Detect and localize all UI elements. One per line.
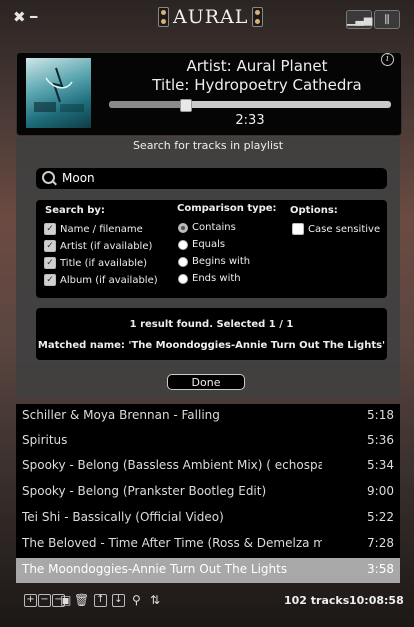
save-icon[interactable]: ▣ bbox=[60, 593, 71, 607]
minimize-icon[interactable]: ━ bbox=[30, 9, 37, 25]
speaker-icon bbox=[252, 7, 264, 27]
remove-track-icon[interactable]: − bbox=[38, 594, 51, 607]
playlist-row[interactable]: Schiller & Moya Brennan - Falling 5:18 bbox=[16, 404, 400, 429]
search-options-panel: Search by: ✓ Name / filename ✓ Artist (if … bbox=[36, 200, 387, 298]
checkbox-label: Title (if available) bbox=[60, 257, 148, 269]
dialog-title: Search for tracks in playlist bbox=[132, 139, 284, 152]
checkbox-checked[interactable]: ✓ bbox=[44, 274, 56, 286]
matched-name: Matched name: 'The Moondoggies-Annie Tur… bbox=[37, 340, 386, 351]
track-duration: 5:36 bbox=[367, 433, 394, 447]
title-bar: ✖ ━ AURAL ▁▃▅ ⫼ bbox=[0, 0, 414, 36]
album-art-graphic bbox=[34, 67, 84, 112]
close-icon[interactable]: ✖ bbox=[13, 9, 26, 25]
track-duration: 3:58 bbox=[367, 562, 394, 576]
checkbox-checked[interactable]: ✓ bbox=[44, 240, 56, 252]
comparison-equals-radio[interactable]: Equals bbox=[178, 239, 225, 250]
speaker-icon bbox=[158, 7, 169, 27]
radio-label: Contains bbox=[192, 222, 236, 233]
radio-selected[interactable] bbox=[178, 222, 188, 233]
trash-icon[interactable]: 🗑 bbox=[74, 593, 89, 607]
comparison-contains-radio[interactable]: Contains bbox=[178, 222, 236, 233]
search-results-panel: 1 result found. Selected 1 / 1 Matched n… bbox=[36, 308, 387, 360]
search-input[interactable] bbox=[62, 170, 372, 186]
track-duration: 7:28 bbox=[367, 536, 394, 550]
seek-slider[interactable] bbox=[109, 99, 391, 112]
checkbox-checked[interactable]: ✓ bbox=[44, 223, 56, 235]
info-icon[interactable]: i bbox=[381, 53, 394, 66]
comparison-ends-radio[interactable]: Ends with bbox=[178, 273, 241, 284]
checkbox-label: Name / filename bbox=[60, 223, 143, 235]
playlist-row[interactable]: Spooky - Belong (Prankster Bootleg Edit)… bbox=[16, 480, 400, 505]
track-duration: 5:34 bbox=[367, 458, 394, 472]
checkbox-checked[interactable]: ✓ bbox=[44, 257, 56, 269]
now-playing-title: Title: Hydropoetry Cathedra bbox=[152, 76, 362, 94]
playlist: Schiller & Moya Brennan - Falling 5:18 S… bbox=[16, 404, 400, 583]
options-heading: Options: bbox=[290, 205, 338, 216]
seek-knob[interactable] bbox=[180, 99, 193, 112]
checkbox-label: Album (if available) bbox=[60, 274, 158, 286]
search-by-name-checkbox[interactable]: ✓ Name / filename bbox=[44, 223, 143, 235]
add-track-icon[interactable]: + bbox=[24, 594, 37, 607]
search-by-artist-checkbox[interactable]: ✓ Artist (if available) bbox=[44, 240, 152, 252]
track-duration: 5:18 bbox=[367, 408, 394, 422]
sort-icon[interactable]: ⇅ bbox=[150, 593, 160, 607]
checkbox-label: Case sensitive bbox=[308, 223, 381, 235]
now-playing-artist: Artist: Aural Planet bbox=[186, 57, 328, 75]
radio-label: Ends with bbox=[192, 273, 241, 284]
search-by-album-checkbox[interactable]: ✓ Album (if available) bbox=[44, 274, 158, 286]
search-box[interactable] bbox=[36, 168, 387, 189]
search-by-title-checkbox[interactable]: ✓ Title (if available) bbox=[44, 257, 147, 269]
track-name: Spooky - Belong (Bassless Ambient Mix) (… bbox=[22, 458, 322, 472]
radio-unselected[interactable] bbox=[178, 256, 188, 267]
total-duration: 10:08:58 bbox=[349, 594, 404, 607]
track-name: Spooky - Belong (Prankster Bootleg Edit) bbox=[22, 484, 267, 498]
track-name: Spiritus bbox=[22, 433, 68, 447]
seek-progress bbox=[109, 101, 186, 108]
search-by-heading: Search by: bbox=[45, 205, 105, 216]
radio-label: Begins with bbox=[192, 256, 251, 267]
elapsed-time: 2:33 bbox=[235, 113, 265, 128]
playlist-row[interactable]: The Beloved - Time After Time (Ross & De… bbox=[16, 532, 400, 557]
radio-unselected[interactable] bbox=[178, 239, 188, 250]
track-name: The Moondoggies-Annie Turn Out The Light… bbox=[22, 562, 288, 576]
track-name: Tei Shi - Bassically (Official Video) bbox=[22, 510, 224, 524]
playlist-row[interactable]: Spooky - Belong (Bassless Ambient Mix) (… bbox=[16, 454, 400, 479]
album-art bbox=[26, 58, 91, 128]
checkbox-unchecked[interactable] bbox=[292, 223, 304, 235]
checkbox-label: Artist (if available) bbox=[60, 240, 153, 252]
playlist-toolbar: + − − ▣ 🗑 ↑ ↓ ⚲ ⇅ 102 tracks 10:08:58 bbox=[16, 586, 404, 614]
done-button[interactable]: Done bbox=[167, 374, 245, 390]
track-count: 102 tracks bbox=[284, 594, 350, 607]
move-up-icon[interactable]: ↑ bbox=[94, 594, 107, 607]
playlist-row[interactable]: Tei Shi - Bassically (Official Video) 5:… bbox=[16, 506, 400, 531]
track-duration: 9:00 bbox=[367, 484, 394, 498]
search-dialog: Search for tracks in playlist Search by:… bbox=[16, 137, 400, 398]
move-down-icon[interactable]: ↓ bbox=[112, 594, 125, 607]
search-icon bbox=[42, 171, 55, 184]
search-icon[interactable]: ⚲ bbox=[132, 593, 141, 607]
result-summary: 1 result found. Selected 1 / 1 bbox=[129, 319, 294, 330]
now-playing-panel: Artist: Aural Planet Title: Hydropoetry … bbox=[16, 52, 402, 136]
sliders-icon[interactable]: ⫼ bbox=[374, 10, 400, 29]
track-duration: 5:22 bbox=[367, 510, 394, 524]
radio-unselected[interactable] bbox=[178, 273, 188, 284]
app-logo: AURAL bbox=[158, 6, 264, 28]
app-title: AURAL bbox=[173, 6, 249, 28]
track-name: Schiller & Moya Brennan - Falling bbox=[22, 408, 220, 422]
playlist-row-selected[interactable]: The Moondoggies-Annie Turn Out The Light… bbox=[16, 558, 400, 583]
track-name: The Beloved - Time After Time (Ross & De… bbox=[22, 536, 322, 550]
comparison-begins-radio[interactable]: Begins with bbox=[178, 256, 250, 267]
eq-layout-icon[interactable]: ▁▃▅ bbox=[346, 10, 372, 29]
radio-label: Equals bbox=[192, 239, 226, 250]
playlist-row[interactable]: Spiritus 5:36 bbox=[16, 429, 400, 454]
case-sensitive-checkbox[interactable]: Case sensitive bbox=[292, 223, 380, 235]
comparison-heading: Comparison type: bbox=[177, 203, 277, 214]
